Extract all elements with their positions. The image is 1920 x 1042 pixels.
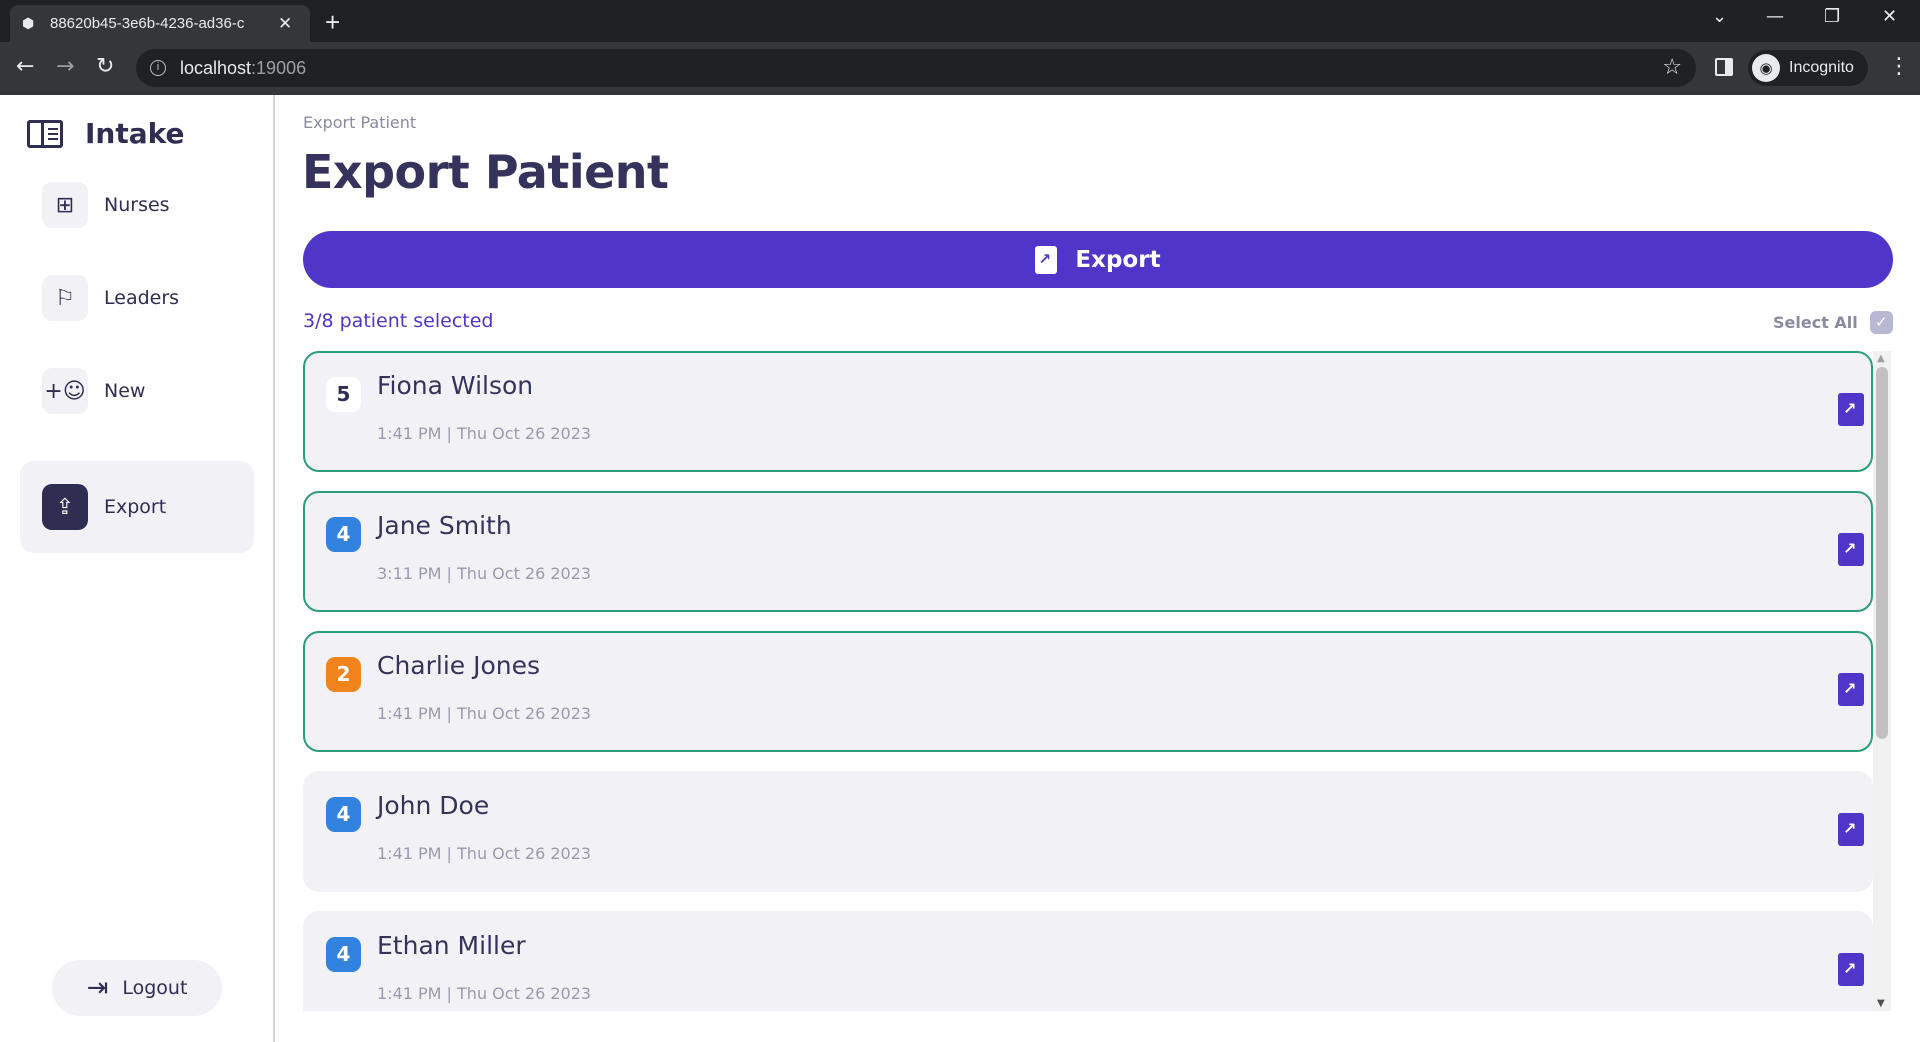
sidebar-item-label: Nurses [104,194,170,216]
sidebar-item-leaders[interactable]: ⚐ Leaders [20,252,254,344]
incognito-icon: ◉ [1752,54,1780,82]
export-button-label: Export [1075,246,1161,273]
patient-card[interactable]: 2 Charlie Jones 1:41 PM | Thu Oct 26 202… [303,631,1873,752]
close-tab-icon[interactable]: ✕ [278,14,292,34]
site-info-icon[interactable]: i [150,60,166,76]
sidebar-item-nurses[interactable]: ⊞ Nurses [20,159,254,251]
url-host: localhost [180,57,252,78]
brand-title: Intake [85,117,185,150]
file-export-icon [1035,245,1058,274]
incognito-profile-button[interactable]: ◉ Incognito [1748,50,1868,86]
scrollbar[interactable]: ▲ ▼ [1873,351,1891,1011]
acuity-badge: 4 [326,797,361,832]
export-patient-icon[interactable] [1838,953,1864,986]
patient-list: 5 Fiona Wilson 1:41 PM | Thu Oct 26 2023… [303,351,1891,1011]
sidebar-item-new[interactable]: +☺ New [20,345,254,437]
checkmark-icon[interactable]: ✓ [1869,311,1893,334]
acuity-badge: 2 [326,657,361,692]
scroll-down-arrow-icon[interactable]: ▼ [1877,998,1885,1009]
favicon-icon: ⬢ [22,15,35,32]
side-panel-icon[interactable] [1715,58,1733,76]
sidebar-item-label: Export [104,496,167,518]
patient-card[interactable]: 4 Jane Smith 3:11 PM | Thu Oct 26 2023 [303,491,1873,612]
patient-timestamp: 1:41 PM | Thu Oct 26 2023 [377,984,592,1003]
browser-tab[interactable]: ⬢ 88620b45-3e6b-4236-ad36-c ✕ [10,5,310,42]
select-all-toggle[interactable]: Select All ✓ [1773,311,1893,334]
scrollbar-thumb[interactable] [1876,367,1888,739]
sidebar-item-export[interactable]: ⇪ Export [20,461,254,553]
incognito-label: Incognito [1789,59,1854,76]
page-title: Export Patient [302,145,669,199]
main-content: Export Patient Export Patient Export 3/8… [277,95,1920,1042]
logout-button[interactable]: ⇥ Logout [52,960,222,1016]
logout-icon: ⇥ [86,973,109,1003]
acuity-badge: 4 [326,517,361,552]
patient-card[interactable]: 4 Ethan Miller 1:41 PM | Thu Oct 26 2023 [303,911,1873,1011]
flag-icon: ⚐ [42,275,88,321]
patient-name: Fiona Wilson [377,371,534,400]
forward-button[interactable]: → [56,54,74,79]
add-user-icon: +☺ [42,368,88,414]
minimize-button[interactable]: — [1766,6,1784,27]
patient-name: Ethan Miller [377,931,526,960]
file-export-icon: ⇪ [42,484,88,530]
sidebar-item-label: Leaders [104,287,180,309]
patient-name: Jane Smith [377,511,512,540]
address-bar[interactable]: i localhost:19006 ☆ [136,49,1696,87]
selected-count: 3/8 patient selected [303,310,494,332]
browser-menu-icon[interactable]: ⋮ [1888,54,1910,79]
sidebar-toggle-icon[interactable] [27,119,63,148]
sidebar: Intake ⊞ Nurses ⚐ Leaders +☺ New ⇪ Expor… [0,95,275,1042]
scroll-up-arrow-icon[interactable]: ▲ [1877,353,1885,364]
medical-cross-icon: ⊞ [42,182,88,228]
browser-toolbar: ← → ↻ i localhost:19006 ☆ ◉ Incognito ⋮ [0,42,1920,95]
patient-timestamp: 1:41 PM | Thu Oct 26 2023 [377,424,592,443]
export-button[interactable]: Export [303,231,1893,288]
patient-name: John Doe [377,791,490,820]
logout-label: Logout [122,977,188,999]
url-port: :19006 [251,57,307,78]
export-patient-icon[interactable] [1838,393,1864,426]
reload-button[interactable]: ↻ [96,54,114,79]
patient-card[interactable]: 5 Fiona Wilson 1:41 PM | Thu Oct 26 2023 [303,351,1873,472]
export-patient-icon[interactable] [1838,673,1864,706]
brand: Intake [27,117,185,150]
export-patient-icon[interactable] [1838,813,1864,846]
patient-name: Charlie Jones [377,651,541,680]
sidebar-item-label: New [104,380,146,402]
browser-tab-bar: ⬢ 88620b45-3e6b-4236-ad36-c ✕ + ⌄ — ❐ ✕ [0,0,1920,42]
patient-card[interactable]: 4 John Doe 1:41 PM | Thu Oct 26 2023 [303,771,1873,892]
patient-timestamp: 1:41 PM | Thu Oct 26 2023 [377,844,592,863]
new-tab-button[interactable]: + [325,7,340,38]
bookmark-star-icon[interactable]: ☆ [1662,55,1682,80]
patient-timestamp: 3:11 PM | Thu Oct 26 2023 [377,564,592,583]
close-window-button[interactable]: ✕ [1882,6,1897,27]
patient-timestamp: 1:41 PM | Thu Oct 26 2023 [377,704,592,723]
select-all-label: Select All [1773,313,1858,332]
back-button[interactable]: ← [16,54,34,79]
acuity-badge: 5 [326,377,361,412]
breadcrumb[interactable]: Export Patient [303,113,416,132]
tab-search-icon[interactable]: ⌄ [1712,6,1727,27]
acuity-badge: 4 [326,937,361,972]
restore-button[interactable]: ❐ [1824,6,1840,27]
export-patient-icon[interactable] [1838,533,1864,566]
app: Intake ⊞ Nurses ⚐ Leaders +☺ New ⇪ Expor… [0,95,1920,1042]
tab-title: 88620b45-3e6b-4236-ad36-c [50,15,245,32]
